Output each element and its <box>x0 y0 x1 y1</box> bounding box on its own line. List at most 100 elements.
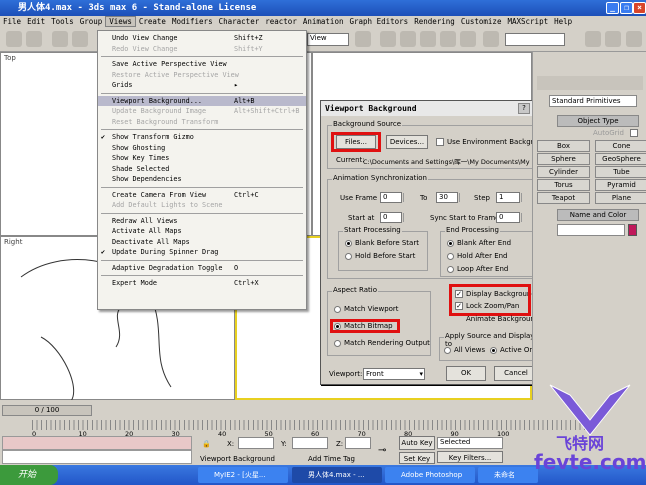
menu-group[interactable]: Group <box>77 17 106 26</box>
taskbar-item[interactable]: 未命名 <box>478 467 538 483</box>
redo-icon[interactable] <box>26 31 42 47</box>
key-mode-icon[interactable]: ⊸ <box>378 445 386 456</box>
key-selection-dropdown[interactable]: Selected <box>437 437 503 449</box>
taskbar-item[interactable]: MyIE2 - [火星... <box>198 467 288 483</box>
align-icon[interactable] <box>605 31 621 47</box>
step-spinner[interactable]: 1 <box>496 192 522 203</box>
x-coord-field[interactable] <box>238 437 274 449</box>
menu-item-show-dependencies[interactable]: Show Dependencies <box>98 174 306 185</box>
start-at-spinner[interactable]: 0 <box>380 212 404 223</box>
menu-help[interactable]: Help <box>551 17 575 26</box>
aspect-radio-match-rendering-output[interactable] <box>334 340 341 347</box>
menu-modifiers[interactable]: Modifiers <box>169 17 216 26</box>
end_proc-radio-loop-after-end[interactable] <box>447 266 454 273</box>
create-box-button[interactable]: Box <box>537 140 590 152</box>
menu-item-activate-all-maps[interactable]: Activate All Maps <box>98 226 306 237</box>
time-slider[interactable]: 0 / 100 <box>2 405 92 416</box>
spinner-snap-icon[interactable] <box>460 31 476 47</box>
menu-views[interactable]: Views <box>105 16 136 27</box>
maxscript-output[interactable] <box>2 450 192 464</box>
create-plane-button[interactable]: Plane <box>595 192 646 204</box>
apply-radio-all-views[interactable] <box>444 347 451 354</box>
primitive-type-dropdown[interactable]: Standard Primitives <box>549 95 637 107</box>
create-torus-button[interactable]: Torus <box>537 179 590 191</box>
select-manipulate-icon[interactable] <box>380 31 396 47</box>
add-time-tag[interactable]: Add Time Tag <box>308 455 355 463</box>
named-selection-dropdown[interactable] <box>505 33 565 46</box>
menu-create[interactable]: Create <box>136 17 169 26</box>
use-frame-spinner[interactable]: 0 <box>380 192 404 203</box>
menu-edit[interactable]: Edit <box>24 17 48 26</box>
layer-icon[interactable] <box>626 31 642 47</box>
menu-reactor[interactable]: reactor <box>262 17 300 26</box>
menu-tools[interactable]: Tools <box>48 17 77 26</box>
menu-item-viewport-background[interactable]: Viewport Background... Alt+B <box>98 95 306 106</box>
menu-character[interactable]: Character <box>216 17 263 26</box>
create-tube-button[interactable]: Tube <box>595 166 646 178</box>
reference-coord-dropdown[interactable]: View <box>307 33 349 46</box>
ok-button[interactable]: OK <box>446 366 486 381</box>
menu-graph-editors[interactable]: Graph Editors <box>346 17 411 26</box>
create-geosphere-button[interactable]: GeoSphere <box>595 153 646 165</box>
auto-key-button[interactable]: Auto Key <box>399 436 435 450</box>
taskbar-item[interactable]: 男人体4.max - ... <box>292 467 382 483</box>
menu-item-show-ghosting[interactable]: Show Ghosting <box>98 143 306 154</box>
angle-snap-icon[interactable] <box>420 31 436 47</box>
to-spinner[interactable]: 30 <box>436 192 460 203</box>
snap-icon[interactable] <box>400 31 416 47</box>
y-coord-field[interactable] <box>292 437 328 449</box>
menu-item-expert-mode[interactable]: Expert Mode Ctrl+X <box>98 278 306 289</box>
menu-item-save-active-perspective-view[interactable]: Save Active Perspective View <box>98 59 306 70</box>
menu-maxscript[interactable]: MAXScript <box>504 17 551 26</box>
create-cone-button[interactable]: Cone <box>595 140 646 152</box>
menu-item-undo-view-change[interactable]: Undo View Change Shift+Z <box>98 33 306 44</box>
devices-button[interactable]: Devices... <box>386 135 428 149</box>
create-sphere-button[interactable]: Sphere <box>537 153 590 165</box>
unlink-icon[interactable] <box>72 31 88 47</box>
menu-item-grids[interactable]: Grids ▸ <box>98 80 306 91</box>
command-panel-tabs[interactable] <box>537 76 643 90</box>
menu-file[interactable]: File <box>0 17 24 26</box>
minimize-button[interactable]: _ <box>606 2 619 14</box>
menu-item-show-transform-gizmo[interactable]: ✔ Show Transform Gizmo <box>98 132 306 143</box>
menu-rendering[interactable]: Rendering <box>411 17 458 26</box>
track-bar[interactable] <box>32 420 592 430</box>
select-link-icon[interactable] <box>52 31 68 47</box>
use-env-checkbox[interactable] <box>436 138 444 146</box>
create-pyramid-button[interactable]: Pyramid <box>595 179 646 191</box>
taskbar-item[interactable]: Adobe Photoshop <box>385 467 475 483</box>
help-button[interactable]: ? <box>518 103 530 114</box>
start_proc-radio-blank-before-start[interactable] <box>345 240 352 247</box>
pivot-icon[interactable] <box>355 31 371 47</box>
menu-item-create-camera-from-view[interactable]: Create Camera From View Ctrl+C <box>98 190 306 201</box>
z-coord-field[interactable] <box>345 437 371 449</box>
named-selection-icon[interactable] <box>483 31 499 47</box>
animate-background-checkbox[interactable]: Animate Background <box>466 315 539 323</box>
menu-animation[interactable]: Animation <box>300 17 347 26</box>
undo-icon[interactable] <box>6 31 22 47</box>
end_proc-radio-blank-after-end[interactable] <box>447 240 454 247</box>
key-filters-button[interactable]: Key Filters... <box>437 451 503 463</box>
menu-customize[interactable]: Customize <box>458 17 505 26</box>
start-button[interactable]: 开始 <box>0 465 58 485</box>
create-cylinder-button[interactable]: Cylinder <box>537 166 590 178</box>
name-color-rollout[interactable]: Name and Color <box>557 209 639 221</box>
menu-item-redraw-all-views[interactable]: Redraw All Views <box>98 216 306 227</box>
maximize-button[interactable]: ❐ <box>620 2 633 14</box>
lock-icon[interactable]: 🔒 <box>202 440 211 448</box>
viewport-dropdown[interactable]: Front ▾ <box>363 368 425 380</box>
menu-item-show-key-times[interactable]: Show Key Times <box>98 153 306 164</box>
sync-start-spinner[interactable]: 0 <box>496 212 522 223</box>
menu-item-update-during-spinner-drag[interactable]: ✔ Update During Spinner Drag <box>98 247 306 258</box>
object-color-swatch[interactable] <box>628 224 637 236</box>
aspect-radio-match-viewport[interactable] <box>334 306 341 313</box>
end_proc-radio-hold-after-end[interactable] <box>447 253 454 260</box>
menu-item-adaptive-degradation-toggle[interactable]: Adaptive Degradation Toggle O <box>98 263 306 274</box>
object-type-rollout[interactable]: Object Type <box>557 115 639 127</box>
menu-item-deactivate-all-maps[interactable]: Deactivate All Maps <box>98 237 306 248</box>
autogrid-checkbox[interactable] <box>630 129 638 137</box>
start_proc-radio-hold-before-start[interactable] <box>345 253 352 260</box>
mirror-icon[interactable] <box>585 31 601 47</box>
create-teapot-button[interactable]: Teapot <box>537 192 590 204</box>
apply-radio-active-only[interactable] <box>490 347 497 354</box>
